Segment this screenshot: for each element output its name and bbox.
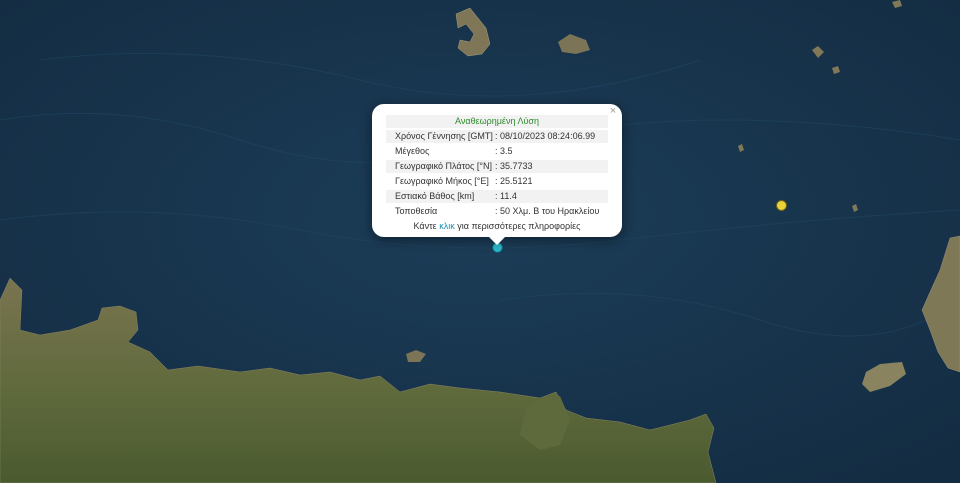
- info-row-longitude: Γεωγραφικό Μήκος [°E] : 25.5121: [386, 175, 608, 188]
- info-row-location: Τοποθεσία : 50 Χλμ. Β του Ηρακλείου: [386, 205, 608, 218]
- satellite-map[interactable]: [0, 0, 960, 483]
- popup-content: Αναθεωρημένη Λύση Χρόνος Γέννησης [GMT] …: [386, 115, 608, 233]
- info-label: Μέγεθος: [395, 146, 430, 156]
- info-row-latitude: Γεωγραφικό Πλάτος [°N] : 35.7733: [386, 160, 608, 173]
- footer-suffix: για περισσότερες πληροφορίες: [457, 221, 581, 231]
- info-value: : 35.7733: [495, 161, 533, 171]
- info-value: : 3.5: [495, 146, 513, 156]
- info-label: Γεωγραφικό Πλάτος [°N]: [395, 161, 492, 171]
- info-label: Χρόνος Γέννησης [GMT]: [395, 131, 493, 141]
- footer-prefix: Κάντε: [413, 221, 437, 231]
- info-row-depth: Εστιακό Βάθος [km] : 11.4: [386, 190, 608, 203]
- info-row-magnitude: Μέγεθος : 3.5: [386, 145, 608, 158]
- popup-title: Αναθεωρημένη Λύση: [386, 115, 608, 128]
- more-info-link[interactable]: κλικ: [439, 221, 455, 231]
- info-row-origin-time: Χρόνος Γέννησης [GMT] : 08/10/2023 08:24…: [386, 130, 608, 143]
- info-label: Τοποθεσία: [395, 206, 438, 216]
- info-value: : 08/10/2023 08:24:06.99: [495, 131, 596, 141]
- info-value: : 25.5121: [495, 176, 533, 186]
- info-value: : 50 Χλμ. Β του Ηρακλείου: [495, 206, 600, 216]
- info-label: Γεωγραφικό Μήκος [°E]: [395, 176, 489, 186]
- popup-pointer: [489, 237, 505, 245]
- earthquake-info-popup: × Αναθεωρημένη Λύση Χρόνος Γέννησης [GMT…: [372, 104, 622, 245]
- info-value: : 11.4: [495, 191, 517, 201]
- earthquake-marker[interactable]: [776, 200, 787, 211]
- more-info-text: Κάντε κλικ για περισσότερες πληροφορίες: [386, 220, 608, 233]
- info-label: Εστιακό Βάθος [km]: [395, 191, 475, 201]
- close-button[interactable]: ×: [607, 105, 619, 117]
- info-table: Χρόνος Γέννησης [GMT] : 08/10/2023 08:24…: [386, 130, 608, 218]
